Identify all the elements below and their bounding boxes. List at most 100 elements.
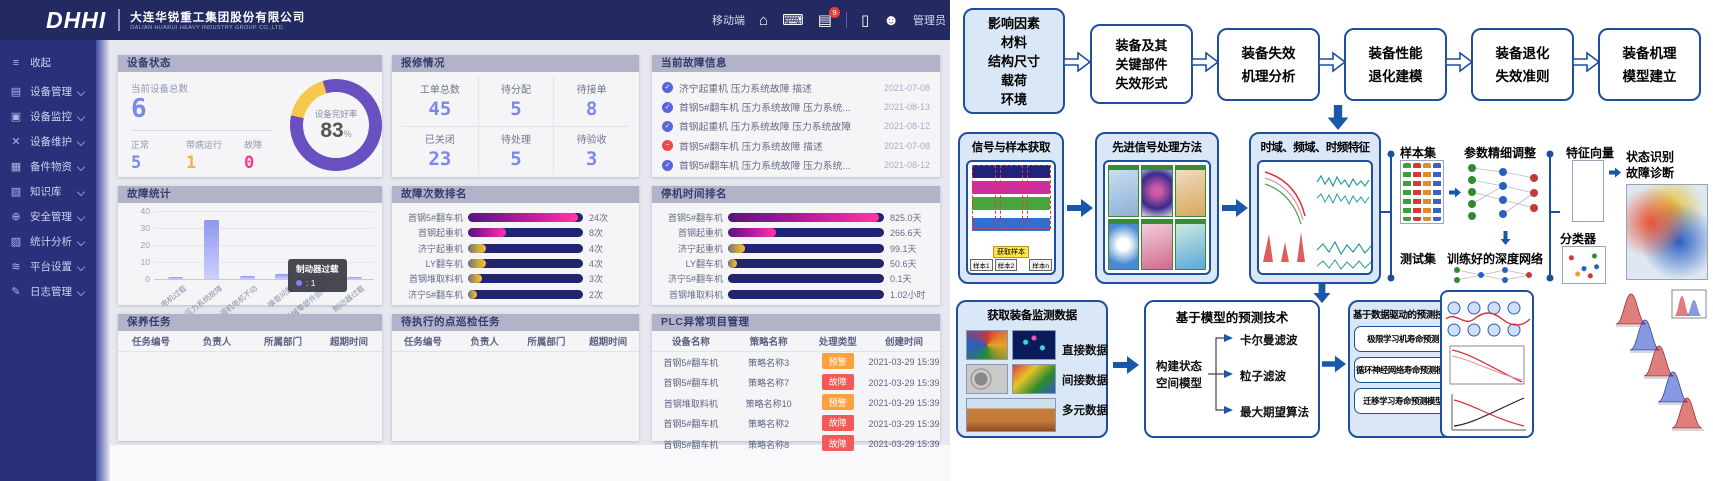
- sidebar-item-knowledge-base[interactable]: ▧知识库: [0, 179, 96, 204]
- divider: [131, 130, 273, 131]
- bar[interactable]: [347, 277, 362, 279]
- fault-list-item[interactable]: ✓首钢5#翻车机 压力系统故障 压力系统...2021-08-13: [662, 98, 930, 116]
- bar-fill: [728, 228, 776, 237]
- prediction-model: 极限学习机寿命预测: [1354, 326, 1452, 352]
- total-label: 当前设备总数: [131, 81, 188, 95]
- signal-waveform-image: 获取样本 样本1 样本2 样本n: [966, 160, 1056, 275]
- flow-box-failure-mechanism: 装备失效机理分析: [1217, 28, 1320, 101]
- report-icon[interactable]: ▯: [861, 13, 869, 28]
- bar[interactable]: [204, 220, 219, 280]
- fault-diagnosis-label: 故障诊断: [1626, 164, 1674, 181]
- sidebar-item-log-management[interactable]: ✎日志管理: [0, 279, 96, 304]
- table-row[interactable]: 首钢5#翻车机策略名称7故障2021-03-29 15:39: [652, 373, 940, 394]
- hollow-arrow-right-icon: [1318, 51, 1346, 73]
- user-icon[interactable]: ☻: [883, 13, 899, 28]
- repair-stat: 工单总数45: [402, 76, 478, 126]
- chevron-down-icon: [77, 212, 85, 220]
- status-badge: 故障: [822, 435, 854, 451]
- panel-fault-info: 当前故障信息 ✓济宁起重机 压力系统故障 描述2021-07-08 ✓首钢5#翻…: [652, 55, 940, 177]
- panel-title: 故障统计: [118, 186, 382, 203]
- sidebar-item-spare-parts[interactable]: ▦备件物资: [0, 154, 96, 179]
- panel-title: 待执行的点巡检任务: [392, 314, 639, 331]
- sidebar-collapse[interactable]: ≡ 收起: [0, 50, 96, 75]
- admin-label[interactable]: 管理员: [913, 12, 946, 28]
- fault-list-item[interactable]: ✓首钢5#翻车机 压力系统故障 压力系统...2021-08-12: [662, 156, 930, 174]
- panel-plc-management: PLC异常项目管理 设备名称策略名称处理类型创建时间 首钢5#翻车机策略名称3预…: [652, 314, 940, 441]
- fault-list-item[interactable]: ✓济宁起重机 压力系统故障 描述2021-07-08: [662, 79, 930, 97]
- flow-box-model-based: 基于模型的预测技术 构建状态 空间模型 卡尔曼滤波 粒子滤波 最大期望算法: [1144, 300, 1320, 438]
- shield-icon: ⊕: [8, 210, 24, 223]
- flow-box-features: 时域、频域、时频特征: [1249, 132, 1381, 284]
- solid-arrow-right-icon: [1112, 352, 1140, 378]
- sidebar-item-safety-management[interactable]: ⊕安全管理: [0, 204, 96, 229]
- stat-degraded: 带病运行 1: [186, 138, 238, 173]
- notification-badge: 9: [829, 7, 840, 18]
- method-label: 粒子滤波: [1240, 368, 1286, 384]
- fault-list-item[interactable]: −首钢5#翻车机 压力系统故障 描述2021-07-08: [662, 137, 930, 155]
- hamburger-icon: ≡: [8, 57, 24, 69]
- panel-downtime-ranking: 停机时间排名 首钢5#翻车机825.0天 首钢起重机266.6天 济宁起重机99…: [652, 186, 940, 305]
- ranking-row: 济宁起重机4次: [396, 241, 631, 256]
- monitor-icon[interactable]: ⌨: [782, 13, 804, 28]
- home-icon[interactable]: ⌂: [759, 13, 768, 28]
- repair-grid: 工单总数45 待分配5 待接单8 已关闭23 待处理5 待验收3: [402, 76, 629, 175]
- sidebar-item-equipment-management[interactable]: ▤设备管理: [0, 79, 96, 104]
- hollow-arrow-right-icon: [1572, 51, 1600, 73]
- equipment-icon: ▤: [8, 85, 24, 98]
- sample-set-label: 样本集: [1400, 144, 1436, 161]
- repair-stat: 待处理5: [478, 126, 554, 176]
- network-image: [1447, 264, 1539, 286]
- sidebar-item-statistics[interactable]: ▨统计分析: [0, 229, 96, 254]
- spectrum-image: [1012, 330, 1056, 360]
- repair-stat: 已关闭23: [402, 126, 478, 176]
- hollow-arrow-right-icon: [1191, 51, 1219, 73]
- flow-box-failure-modes: 装备及其关键部件失效形式: [1090, 24, 1193, 104]
- panel-fault-ranking: 故障次数排名 首钢5#翻车机24次 首钢起重机8次 济宁起重机4次 LY翻车机4…: [392, 186, 639, 305]
- panel-title: 当前故障信息: [652, 55, 940, 72]
- bar[interactable]: [168, 277, 183, 279]
- small-arrow-right-icon: [1448, 186, 1462, 199]
- table-header: 任务编号负责人所属部门超期时间: [118, 331, 382, 352]
- chevron-down-icon: [77, 87, 85, 95]
- content-left-glow: [96, 40, 110, 481]
- mobile-link[interactable]: 移动端: [712, 12, 745, 28]
- table-row[interactable]: 首钢5#翻车机策略名称8故障2021-03-29 15:39: [652, 434, 940, 455]
- fem-simulation-image: [966, 330, 1008, 360]
- fault-list-item[interactable]: ✓首钢起重机 压力系统故障 压力系统故障2021-08-12: [662, 117, 930, 135]
- panel-title: 故障次数排名: [392, 186, 639, 203]
- clipboard-icon[interactable]: ▤9: [818, 13, 832, 28]
- state-model-label: 空间模型: [1156, 375, 1202, 391]
- param-tuning-label: 参数精细调整: [1464, 144, 1536, 161]
- ranking-list: 首钢5#翻车机825.0天 首钢起重机266.6天 济宁起重机99.1天 LY翻…: [656, 210, 932, 302]
- bar-fill: [468, 290, 477, 299]
- table-row[interactable]: 首钢5#翻车机策略名称3预警2021-03-29 15:39: [652, 352, 940, 373]
- table-row[interactable]: 首钢堆取料机策略名称10预警2021-03-29 15:39: [652, 393, 940, 414]
- panel-equipment-status: 设备状态 当前设备总数 6 正常 5 带病运行 1 故障 0: [118, 55, 382, 177]
- screenshot-root: DHHI 大连华锐重工集团股份有限公司 DALIAN HUARUI HEAVY …: [0, 0, 1713, 481]
- brand-logo: DHHI: [46, 7, 106, 34]
- gear-icon: ≋: [8, 260, 24, 273]
- table-row[interactable]: 首钢5#翻车机策略名称2故障2021-03-29 15:39: [652, 414, 940, 435]
- solid-arrow-down-icon: [1326, 104, 1350, 131]
- branch-connector: [1379, 146, 1399, 286]
- prediction-model: 迁移学习寿命预测模型: [1354, 388, 1452, 414]
- sidebar-item-equipment-monitoring[interactable]: ▣设备监控: [0, 104, 96, 129]
- chevron-down-icon: [77, 112, 85, 120]
- flow-box-monitoring-data: 获取装备监测数据 直接数据 间接数据 多元数据: [956, 300, 1108, 438]
- data-type-label: 直接数据: [1062, 342, 1108, 358]
- bar[interactable]: [240, 276, 255, 279]
- solid-arrow-right-icon: [1321, 352, 1347, 376]
- diagnosis-map-image: [1626, 184, 1708, 280]
- chevron-down-icon: [77, 162, 85, 170]
- stat-normal: 正常 5: [131, 138, 183, 173]
- sidebar-item-equipment-maintenance[interactable]: ✕设备维护: [0, 129, 96, 154]
- bar-fill: [468, 274, 482, 283]
- sidebar-item-platform-settings[interactable]: ≋平台设置: [0, 254, 96, 279]
- ranking-row: 首钢堆取料机1.02小时: [656, 287, 932, 302]
- donut-center: 设备完好率 83%: [290, 79, 382, 171]
- chevron-down-icon: [77, 187, 85, 195]
- chevron-down-icon: [77, 262, 85, 270]
- table-header: 设备名称策略名称处理类型创建时间: [652, 331, 940, 352]
- chevron-down-icon: [77, 287, 85, 295]
- method-label: 最大期望算法: [1240, 404, 1309, 420]
